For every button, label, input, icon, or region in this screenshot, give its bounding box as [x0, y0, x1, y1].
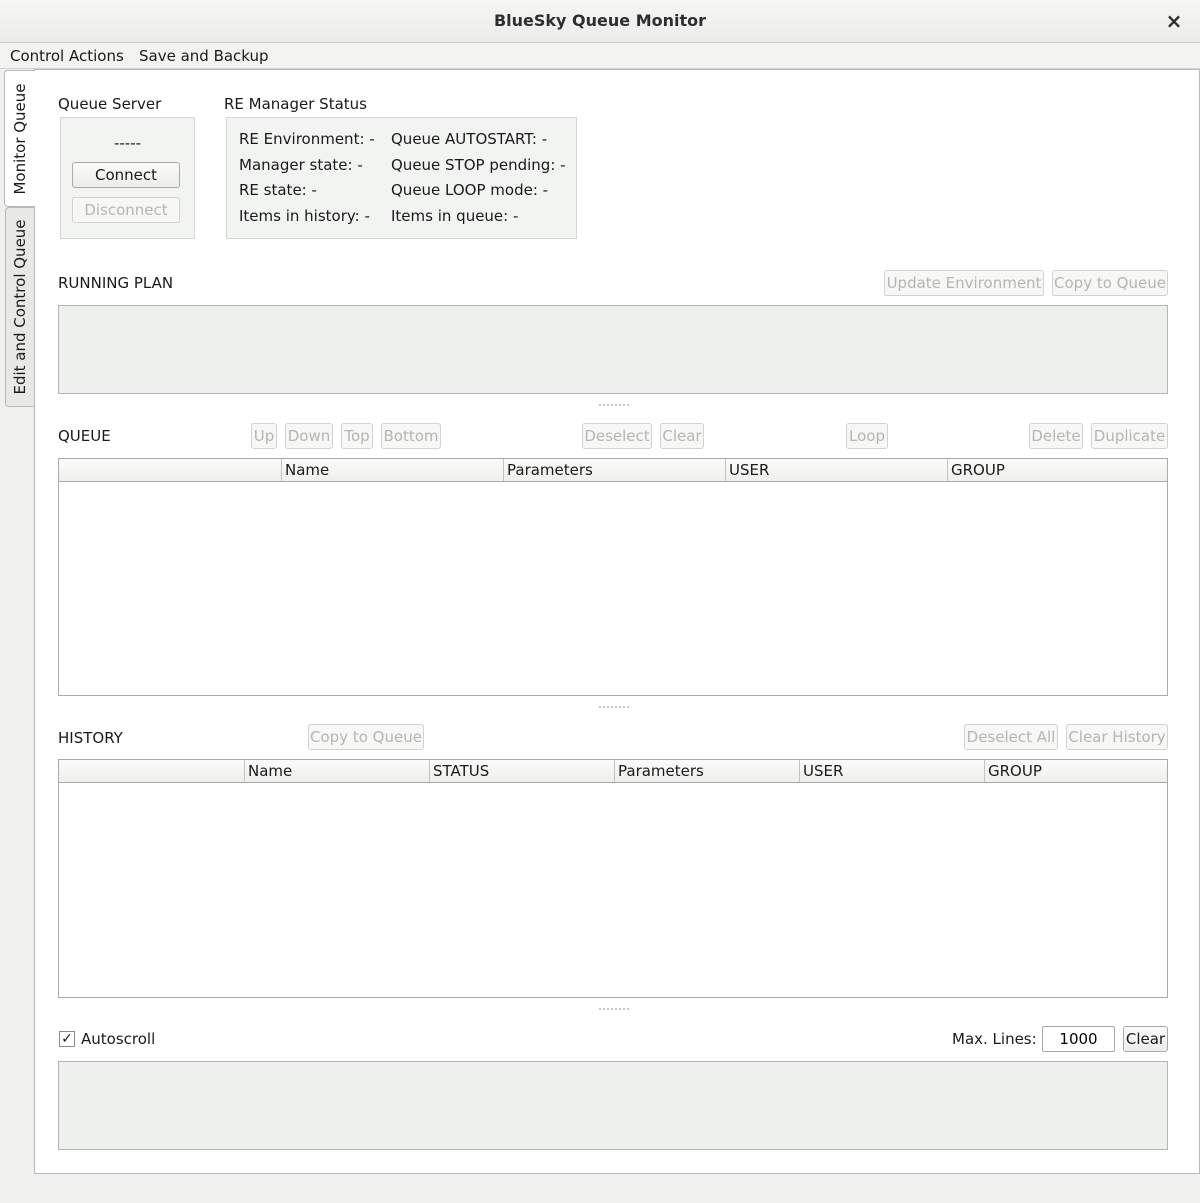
queue-loop-button[interactable]: Loop	[846, 423, 888, 449]
splitter-handle[interactable]	[599, 404, 629, 408]
history-table-header: Name STATUS Parameters USER GROUP	[59, 760, 1167, 783]
manager-state-status: Manager state: -	[239, 156, 363, 174]
splitter-handle[interactable]	[599, 706, 629, 710]
queue-top-button[interactable]: Top	[341, 423, 373, 449]
running-copy-to-queue-button[interactable]: Copy to Queue	[1052, 270, 1168, 296]
deselect-all-button[interactable]: Deselect All	[964, 724, 1058, 750]
queue-col-name[interactable]: Name	[281, 459, 503, 481]
history-col-status[interactable]: STATUS	[429, 760, 614, 782]
queue-delete-button[interactable]: Delete	[1029, 423, 1083, 449]
tab-edit-and-control-queue[interactable]: Edit and Control Queue	[5, 207, 34, 407]
queue-table[interactable]: Name Parameters USER GROUP	[58, 458, 1168, 696]
queue-autostart-status: Queue AUTOSTART: -	[391, 130, 548, 148]
queue-stop-pending-status: Queue STOP pending: -	[391, 156, 566, 174]
history-col-index[interactable]	[59, 760, 244, 782]
queue-server-heading: Queue Server	[58, 95, 162, 113]
history-col-user[interactable]: USER	[799, 760, 984, 782]
console-output[interactable]	[58, 1061, 1168, 1150]
tab-monitor-queue-label: Monitor Queue	[11, 82, 29, 195]
history-copy-to-queue-button[interactable]: Copy to Queue	[308, 724, 424, 750]
history-col-parameters[interactable]: Parameters	[614, 760, 799, 782]
queue-table-header: Name Parameters USER GROUP	[59, 459, 1167, 482]
queue-loop-mode-status: Queue LOOP mode: -	[391, 181, 549, 199]
queue-heading: QUEUE	[58, 427, 111, 445]
re-environment-status: RE Environment: -	[239, 130, 375, 148]
autoscroll-label: Autoscroll	[81, 1030, 156, 1048]
menu-bar: Control Actions Save and Backup	[0, 43, 1200, 69]
queue-col-parameters[interactable]: Parameters	[503, 459, 725, 481]
splitter-handle[interactable]	[599, 1008, 629, 1012]
window-title: BlueSky Queue Monitor	[493, 11, 707, 30]
max-lines-input[interactable]	[1042, 1026, 1115, 1052]
re-manager-heading: RE Manager Status	[224, 95, 367, 113]
queue-col-user[interactable]: USER	[725, 459, 947, 481]
close-icon[interactable]: ×	[1160, 8, 1188, 34]
history-col-name[interactable]: Name	[244, 760, 429, 782]
queue-server-status: -----	[113, 134, 142, 152]
clear-history-button[interactable]: Clear History	[1066, 724, 1168, 750]
running-plan-heading: RUNNING PLAN	[58, 274, 174, 292]
queue-bottom-button[interactable]: Bottom	[381, 423, 441, 449]
queue-deselect-button[interactable]: Deselect	[582, 423, 652, 449]
menu-control-actions[interactable]: Control Actions	[10, 43, 124, 69]
tab-monitor-queue[interactable]: Monitor Queue	[4, 70, 35, 207]
max-lines-label: Max. Lines:	[952, 1030, 1037, 1048]
console-clear-button[interactable]: Clear	[1123, 1026, 1168, 1052]
autoscroll-checkbox[interactable]: ✓	[59, 1031, 75, 1047]
queue-clear-button[interactable]: Clear	[660, 423, 704, 449]
history-table[interactable]: Name STATUS Parameters USER GROUP	[58, 759, 1168, 998]
update-environment-button[interactable]: Update Environment	[884, 270, 1044, 296]
menu-save-and-backup[interactable]: Save and Backup	[139, 43, 269, 69]
items-in-queue-status: Items in queue: -	[391, 207, 519, 225]
window-bottom-strip	[0, 1174, 1200, 1203]
connect-button[interactable]: Connect	[72, 162, 180, 188]
history-col-group[interactable]: GROUP	[984, 760, 1167, 782]
queue-down-button[interactable]: Down	[285, 423, 333, 449]
items-in-history-status: Items in history: -	[239, 207, 370, 225]
history-heading: HISTORY	[58, 729, 123, 747]
tab-edit-and-control-queue-label: Edit and Control Queue	[11, 219, 29, 395]
queue-col-group[interactable]: GROUP	[947, 459, 1167, 481]
running-plan-text[interactable]	[58, 305, 1168, 394]
re-state-status: RE state: -	[239, 181, 317, 199]
queue-up-button[interactable]: Up	[251, 423, 277, 449]
queue-duplicate-button[interactable]: Duplicate	[1091, 423, 1168, 449]
disconnect-button[interactable]: Disconnect	[72, 197, 180, 223]
queue-col-index[interactable]	[59, 459, 281, 481]
